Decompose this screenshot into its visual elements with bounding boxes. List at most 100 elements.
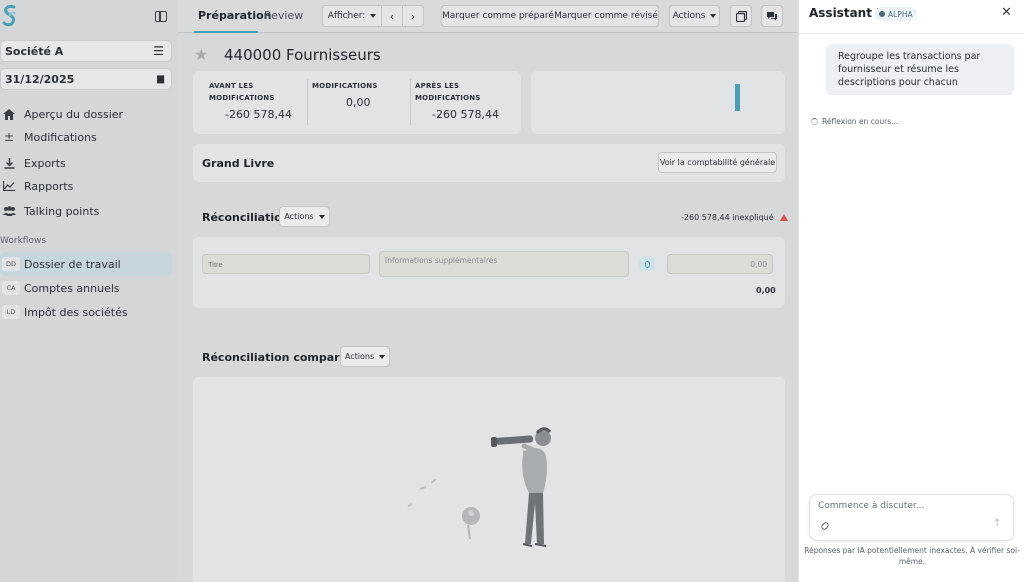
download-icon bbox=[0, 157, 18, 169]
chevron-left-icon[interactable]: ‹ bbox=[382, 6, 402, 26]
divider bbox=[799, 33, 1024, 34]
show-label: Afficher: bbox=[327, 11, 366, 21]
changes-label: MODIFICATIONS bbox=[312, 82, 378, 90]
app-logo[interactable] bbox=[2, 4, 18, 28]
badge-label: ALPHA bbox=[888, 9, 913, 19]
company-name: Société A bbox=[5, 44, 64, 58]
home-icon bbox=[0, 108, 18, 120]
user-message-bubble: Regroupe les transactions par fournisseu… bbox=[826, 44, 1014, 95]
menu-icon: ☰ bbox=[153, 44, 164, 58]
company-selector[interactable]: Société A ☰ bbox=[0, 40, 172, 62]
amount-input[interactable]: 0,00 bbox=[667, 254, 773, 274]
sidebar: Société A ☰ 31/12/2025 ▆ Aperçu du dossi… bbox=[0, 0, 178, 582]
comparative-actions-dropdown[interactable]: Actions bbox=[340, 346, 390, 367]
actions-label: Actions bbox=[672, 11, 706, 21]
nav-label: Rapports bbox=[24, 179, 74, 193]
reconciliation-title: Réconciliation bbox=[202, 211, 290, 224]
mark-reviewed-button[interactable]: Marquer comme révisé bbox=[554, 6, 658, 26]
view-general-ledger-button[interactable]: Voir la comptabilité générale bbox=[658, 152, 777, 173]
view-controls: Afficher: ‹ › bbox=[322, 5, 424, 27]
nav-label: Aperçu du dossier bbox=[24, 107, 124, 121]
thinking-text: Réflexion en cours... bbox=[822, 117, 899, 126]
workflow-badge: LD bbox=[2, 305, 20, 319]
sidebar-toggle-icon[interactable] bbox=[155, 11, 167, 22]
title-input[interactable] bbox=[202, 254, 370, 274]
ai-disclaimer: Réponses par IA potentiellement inexacte… bbox=[804, 546, 1020, 566]
tab-review[interactable]: Review bbox=[264, 9, 303, 22]
documents-icon[interactable] bbox=[730, 5, 752, 27]
additional-info-textarea[interactable]: Informations supplémentaires bbox=[379, 251, 629, 277]
date-selector[interactable]: 31/12/2025 ▆ bbox=[0, 68, 172, 90]
reconciliation-total: 0,00 bbox=[756, 286, 776, 295]
actions-label: Actions bbox=[344, 352, 375, 361]
workflow-label: Dossier de travail bbox=[24, 257, 121, 271]
after-label: APRÈS LES MODIFICATIONS bbox=[415, 82, 481, 102]
caret-down-icon bbox=[379, 354, 386, 359]
chat-input[interactable] bbox=[818, 501, 998, 511]
before-label: AVANT LES MODIFICATIONS bbox=[209, 82, 275, 102]
calendar-icon: ▆ bbox=[157, 74, 164, 84]
period-date: 31/12/2025 bbox=[5, 72, 75, 86]
divider bbox=[307, 79, 308, 125]
workflow-item-annual-accounts[interactable]: CA Comptes annuels bbox=[0, 276, 172, 300]
general-ledger-title: Grand Livre bbox=[202, 157, 275, 170]
nav-item-overview[interactable]: Aperçu du dossier bbox=[0, 103, 172, 125]
spinner-icon bbox=[811, 118, 818, 125]
paperclip-icon[interactable] bbox=[639, 257, 655, 271]
plus-minus-icon: ± bbox=[3, 130, 15, 144]
nav-label: Talking points bbox=[24, 204, 100, 218]
nav-label: Modifications bbox=[24, 130, 97, 144]
actions-label: Actions bbox=[284, 212, 314, 221]
reconciliation-actions-dropdown[interactable]: Actions bbox=[279, 206, 330, 227]
workflow-badge: CA bbox=[2, 281, 20, 295]
close-icon[interactable]: ✕ bbox=[1001, 5, 1012, 20]
actions-dropdown[interactable]: Actions bbox=[669, 5, 720, 27]
chat-composer: ↑ bbox=[809, 494, 1014, 541]
warning-icon bbox=[779, 214, 788, 221]
show-dropdown[interactable]: Afficher: bbox=[323, 6, 381, 26]
unexplained-text: -260 578,44 inexpliqué bbox=[681, 213, 774, 222]
workflow-badge: DD bbox=[2, 257, 20, 271]
tab-preparation[interactable]: Préparation bbox=[198, 9, 272, 22]
chevron-right-icon[interactable]: › bbox=[403, 6, 423, 26]
summary-card: AVANT LES MODIFICATIONS -260 578,44 MODI… bbox=[193, 71, 521, 134]
nav-item-reports[interactable]: Rapports bbox=[0, 175, 172, 197]
thinking-indicator: Réflexion en cours... bbox=[811, 117, 898, 126]
comments-icon[interactable] bbox=[761, 5, 783, 27]
workflow-item-dossier[interactable]: DD Dossier de travail bbox=[0, 252, 172, 276]
general-ledger-card: Grand Livre Voir la comptabilité général… bbox=[193, 144, 785, 182]
empty-state-illustration bbox=[407, 427, 552, 547]
top-toolbar: Préparation Review Afficher: ‹ › Marquer… bbox=[178, 0, 798, 33]
nav-label: Exports bbox=[24, 156, 66, 170]
caret-down-icon bbox=[710, 14, 717, 18]
nav-item-talking-points[interactable]: Talking points bbox=[0, 200, 172, 222]
send-arrow-icon[interactable]: ↑ bbox=[993, 518, 1001, 529]
empty-state-card bbox=[193, 377, 785, 582]
star-icon[interactable]: ★ bbox=[194, 45, 208, 64]
nav-item-modifications[interactable]: ± Modifications bbox=[0, 126, 172, 148]
chart-icon bbox=[0, 181, 18, 191]
badge-dot-icon bbox=[879, 11, 885, 17]
unexplained-amount: -260 578,44 inexpliqué bbox=[681, 213, 788, 222]
alpha-badge: ALPHA bbox=[875, 7, 917, 21]
before-value: -260 578,44 bbox=[225, 108, 292, 121]
users-icon bbox=[0, 206, 18, 216]
mark-status-group: Marquer comme préparé Marquer comme révi… bbox=[441, 5, 659, 27]
balance-chart-card bbox=[531, 71, 785, 134]
divider bbox=[410, 79, 411, 125]
paperclip-icon[interactable] bbox=[820, 521, 830, 531]
workflow-item-corporate-tax[interactable]: LD Impôt des sociétés bbox=[0, 300, 172, 324]
main-content: ★ 440000 Fournisseurs AVANT LES MODIFICA… bbox=[178, 33, 798, 582]
after-value: -260 578,44 bbox=[432, 108, 499, 121]
caret-down-icon bbox=[318, 214, 325, 219]
workflows-heading: Workflows bbox=[0, 236, 47, 246]
ai-assistant-panel: Assistant IA ALPHA ✕ Regroupe les transa… bbox=[798, 0, 1024, 582]
mark-prepared-button[interactable]: Marquer comme préparé bbox=[442, 6, 554, 26]
page-title: 440000 Fournisseurs bbox=[224, 46, 381, 64]
workflow-label: Impôt des sociétés bbox=[24, 305, 128, 319]
balance-bar bbox=[735, 84, 740, 111]
nav-item-exports[interactable]: Exports bbox=[0, 152, 172, 174]
workflow-label: Comptes annuels bbox=[24, 281, 120, 295]
changes-value: 0,00 bbox=[346, 96, 371, 109]
caret-down-icon bbox=[370, 14, 377, 18]
